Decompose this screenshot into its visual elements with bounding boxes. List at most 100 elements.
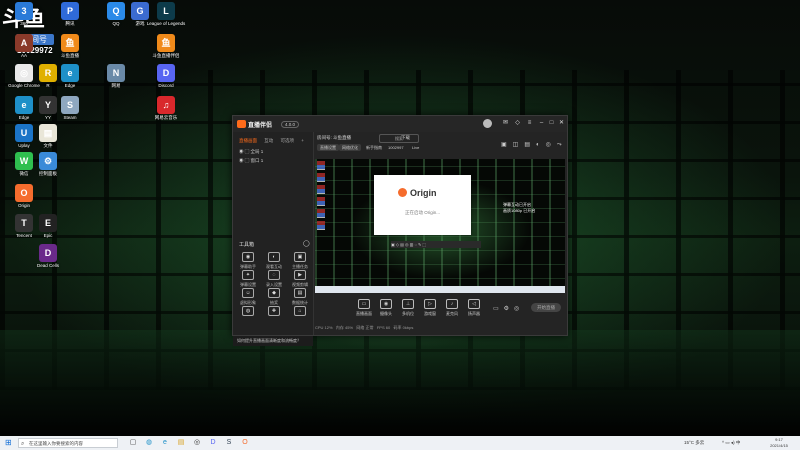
desktop-icon-label: 网易 [111,83,121,88]
desktop-icon[interactable]: A AA [2,34,46,58]
pill-network[interactable]: 网络优化 [339,144,361,151]
tool-item[interactable]: ◉ 弹幕助手 [237,252,259,270]
taskbar-app-icon[interactable]: ▢ [128,438,138,448]
source-button[interactable]: ▷ 游戏窗 [419,299,441,317]
desktop: 斗鱼 房间号 10029972 3360P腾讯QQQG游戏LLeague of … [0,0,800,436]
version-badge[interactable]: 4.0.0 [281,121,300,128]
desktop-icon[interactable]: 鱼斗鱼直播伴侣 [144,34,188,58]
left-panel: 直播画面 互动 可选项 + ◉ ▢ 全局 1 ◉ ▢ 窗口 1 工具箱 ◯ ◉ 弹… [233,132,314,346]
tab-scene[interactable]: 直播画面 [239,138,257,143]
preview-mini-toolbar[interactable]: ▣ ◇ ▤ ◎ ▥ ◌ ✎ ⬚ [391,241,481,248]
taskbar-app-icon[interactable]: S [224,438,234,448]
system-tray[interactable]: ^ ▭ ◂) 中 [722,438,740,448]
taskbar-app-icon[interactable]: e [160,438,170,448]
app-icon: 鱼 [157,34,175,52]
preview-toolbar-icons[interactable]: ▣◫▤◐◎⤳ [501,141,568,149]
tool-item[interactable]: ☺ 虚拟形象 [237,288,259,306]
source-button-icon: ♪ [446,299,458,309]
add-tab-icon[interactable]: + [301,138,304,143]
clock-date: 2021/4/15 [770,443,788,448]
notice-bar[interactable]: 如何提升直播画面清晰度和流畅度？ [233,336,313,346]
origin-logo: Origin [398,188,437,198]
taskbar-app-icon[interactable]: D [208,438,218,448]
source-button-label: 麦克风 [446,311,458,316]
source-button[interactable]: ⊥ 多机位 [397,299,419,317]
tool-item[interactable]: ◆ 抽奖 [263,288,285,306]
toolbox-settings-icon[interactable]: ◯ [303,240,310,247]
tool-item[interactable]: ⌂ [289,306,311,318]
source-button-icon: ▷ [424,299,436,309]
tool-item[interactable]: ▤ 数据统计 [289,288,311,306]
tool-item[interactable]: ✚ [263,306,285,318]
source-button[interactable]: ◁ 扬声器 [463,299,485,317]
taskbar-app-icon[interactable]: ◍ [144,438,154,448]
source-button[interactable]: ◉ 摄像头 [375,299,397,317]
app-logo-icon [237,120,246,128]
tool-item[interactable]: ✦ 弹幕设置 [237,270,259,288]
room-search-input[interactable]: 搜索 [379,134,419,143]
taskbar-search-input[interactable]: ⌕ 在这里输入你要搜索的内容 [18,438,118,448]
desktop-icon[interactable]: RR [26,64,70,88]
tool-item[interactable]: ◌ 录入设置 [263,270,285,288]
tool-item[interactable]: ◐ 观看互动 [263,252,285,270]
desktop-icon[interactable]: D Dead Cells [26,244,70,268]
taskbar-app-icon[interactable]: ◎ [192,438,202,448]
close-icon[interactable]: ✕ [557,119,566,128]
weather-widget[interactable]: 15°C 多云 [684,438,704,448]
taskbar-app-icon[interactable]: ▤ [176,438,186,448]
mail-icon[interactable]: ✉ [501,119,510,128]
tool-item[interactable]: ▶ 视频剪辑 [289,270,311,288]
pill-room-id: 1002997 [388,145,404,150]
tool-item[interactable]: ◍ [237,306,259,318]
desktop-icon[interactable]: ▤ 文件 [26,124,70,148]
desktop-icon[interactable]: O Origin [2,184,46,208]
taskbar: ⊞ ⌕ 在这里输入你要搜索的内容 ▢ ◍ e ▤ ◎ D S O 15°C 多云 ^ ▭ ◂)… [0,436,800,450]
scene-item-label: 窗口 1 [250,158,264,163]
download-label[interactable]: 下载 [401,135,410,141]
title-bar[interactable]: 直播伴侣 4.0.0 ✉ ◇ ≡ – □ ✕ [233,116,567,132]
tool-icon: ◐ [268,252,280,262]
start-live-button[interactable]: 开始直播 [531,303,561,312]
app-icon: Y [39,96,57,114]
clock[interactable]: 9:17 2021/4/15 [760,437,798,449]
windows-start-icon[interactable]: ⊞ [5,439,12,447]
desktop-icon[interactable]: ⚙ 控制面板 [26,152,70,176]
origin-brand: Origin [410,188,437,198]
maximize-icon[interactable]: □ [547,119,556,128]
tab-options[interactable]: 可选项 [281,138,295,143]
desktop-icon[interactable]: P 腾讯 [48,2,92,26]
avatar[interactable] [483,119,492,128]
menu-icon[interactable]: ≡ [525,119,534,128]
pill-guide[interactable]: 新手指南 [363,144,385,151]
desktop-icon[interactable]: 3 360 [2,2,46,26]
source-button[interactable]: ♪ 麦克风 [441,299,463,317]
desktop-icon[interactable]: Y YY [26,96,70,120]
source-button-label: 直播画面 [356,311,372,316]
preview-taskbar [315,286,565,293]
source-button-label: 多机位 [402,311,414,316]
desktop-icon[interactable]: L League of Legends [144,2,188,26]
taskbar-app-icon[interactable]: O [240,438,250,448]
desktop-icon[interactable]: N 网易 [94,64,138,88]
scene-item[interactable]: ◉ ▢ 窗口 1 [239,158,263,164]
desktop-icon[interactable]: E Epic [26,214,70,238]
source-button-label: 扬声器 [468,311,480,316]
app-icon: N [107,64,125,82]
desktop-icon-label: League of Legends [146,21,186,26]
overlay-info: 弹幕互动已开启 画质1080p 已开启 [503,202,535,214]
tab-interact[interactable]: 互动 [264,138,273,143]
bottom-extra-icons[interactable]: ▭⚙◎ [493,305,524,312]
scene-item[interactable]: ◉ ▢ 全局 1 [239,149,263,155]
desktop-icon[interactable]: ♫ 网易云音乐 [144,96,188,120]
pill-stream-settings[interactable]: 直播设置 [317,144,339,151]
app-icon: O [15,184,33,202]
source-button[interactable]: ▭ 直播画面 [353,299,375,317]
stream-preview[interactable]: 弹幕互动已开启 画质1080p 已开启 Origin 正在启动 Origin..… [315,159,565,293]
tool-item[interactable]: ▣ 主播任务 [289,252,311,270]
desktop-icon[interactable]: D Discord [144,64,188,88]
stream-info: 房间号: 斗鱼直播 [317,135,351,140]
desktop-icon-label: 文件 [43,143,53,148]
desktop-icon[interactable]: 鱼斗鱼直播 [48,34,92,58]
minimize-icon[interactable]: – [537,119,546,128]
shirt-icon[interactable]: ◇ [513,119,522,128]
